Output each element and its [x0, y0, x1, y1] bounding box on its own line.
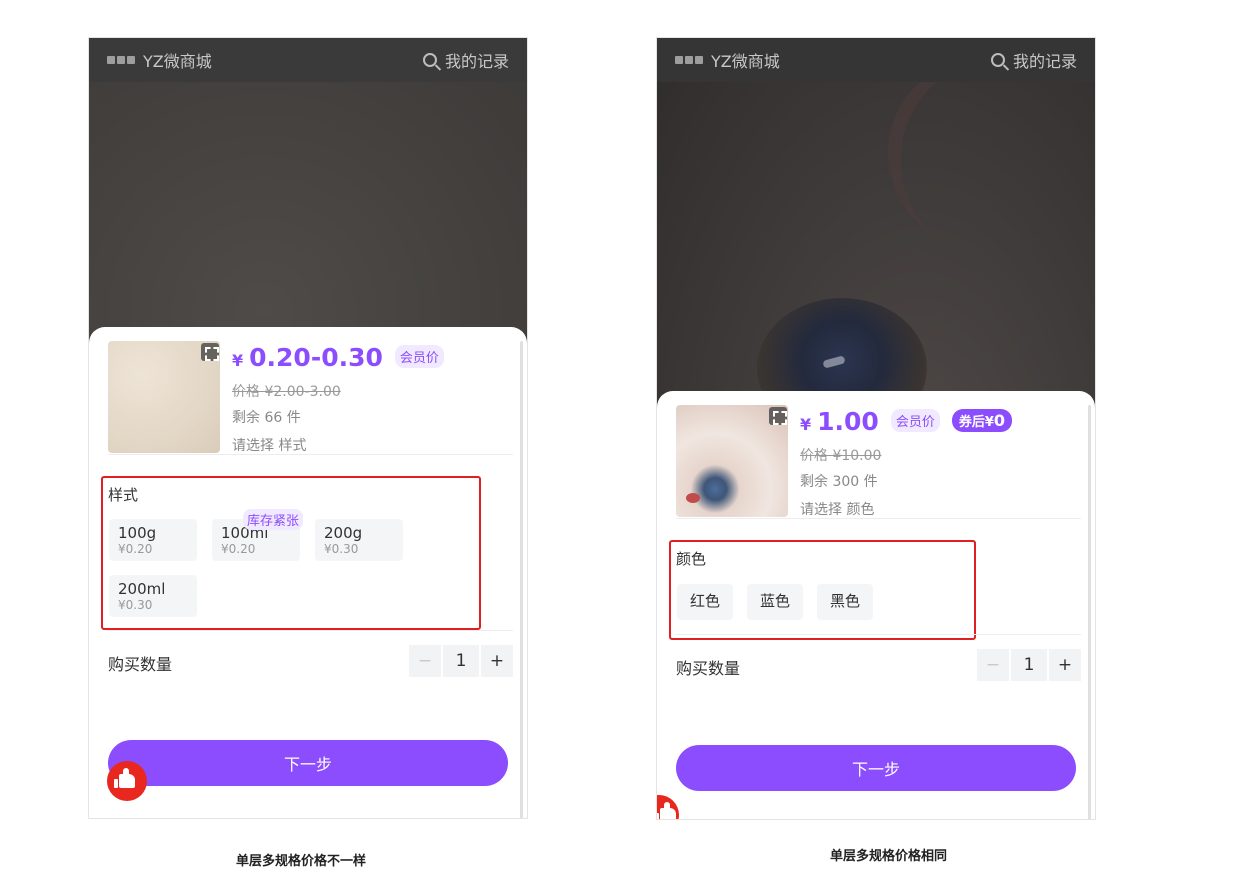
increase-button[interactable]: + [481, 645, 513, 677]
sku-header: ¥ 1.00 会员价 券后¥0 价格 ¥10.00 剩余 300 件 请选择 颜… [676, 405, 1081, 519]
decrease-button[interactable]: − [409, 645, 441, 677]
quantity-row: 购买数量 − 1 + [676, 634, 1081, 681]
scrollbar[interactable] [1088, 405, 1091, 819]
original-price: 价格 ¥10.00 [800, 448, 882, 464]
expand-icon[interactable] [201, 343, 219, 361]
increase-button[interactable]: + [1049, 649, 1081, 681]
my-records-label: 我的记录 [444, 52, 509, 71]
sku-popup: ¥ 0.20-0.30 会员价 价格 ¥2.00-3.00 剩余 66 件 请选… [89, 327, 527, 818]
member-price-tag: 会员价 [890, 409, 940, 432]
shop-logo [107, 56, 135, 64]
original-price: 价格 ¥2.00-3.00 [232, 384, 341, 400]
product-thumbnail[interactable] [676, 405, 788, 517]
shop-name: YZ微商城 [711, 52, 780, 71]
decrease-button[interactable]: − [977, 649, 1009, 681]
quantity-input[interactable]: 1 [1011, 649, 1047, 681]
quantity-input[interactable]: 1 [443, 645, 479, 677]
quantity-row: 购买数量 − 1 + [108, 630, 513, 677]
quantity-stepper: − 1 + [977, 649, 1081, 681]
member-price-tag: 会员价 [394, 345, 444, 368]
quantity-label: 购买数量 [108, 654, 173, 674]
thumbs-up-icon [114, 768, 135, 788]
like-button[interactable] [107, 761, 147, 801]
price-value: 1.00 [817, 407, 879, 436]
quantity-label: 购买数量 [676, 658, 741, 678]
phone-screen-same-price: YZ微商城 我的记录 ¥ 1.00 会员价 券后¥0 价格 ¥10.00 剩余 … [656, 37, 1096, 820]
coupon-prefix: 券后 [958, 415, 985, 430]
shop-header: YZ微商城 我的记录 [89, 38, 527, 82]
search-icon[interactable] [422, 53, 437, 67]
shop-name: YZ微商城 [143, 52, 212, 71]
caption-varied-price: 单层多规格价格不一样 [236, 854, 367, 869]
annotation-highlight-box [669, 540, 976, 640]
currency-symbol: ¥ [232, 351, 244, 370]
sku-popup: ¥ 1.00 会员价 券后¥0 价格 ¥10.00 剩余 300 件 请选择 颜… [657, 391, 1095, 819]
price-line: ¥ 1.00 会员价 券后¥0 [800, 407, 1013, 436]
thumbs-up-icon [657, 802, 676, 819]
next-step-button[interactable]: 下一步 [676, 745, 1076, 791]
currency-symbol: ¥ [800, 415, 812, 434]
select-hint: 请选择 样式 [232, 438, 307, 454]
product-thumbnail[interactable] [108, 341, 220, 453]
my-records-link[interactable]: 我的记录 [990, 48, 1077, 72]
next-step-button[interactable]: 下一步 [108, 740, 508, 786]
shop-header: YZ微商城 我的记录 [657, 38, 1095, 82]
scrollbar[interactable] [520, 341, 523, 818]
coupon-price-tag: 券后¥0 [951, 409, 1013, 432]
coupon-currency: ¥ [984, 415, 994, 430]
shop-logo [675, 56, 703, 64]
caption-same-price: 单层多规格价格相同 [830, 849, 948, 864]
stock-remaining: 剩余 300 件 [800, 474, 878, 490]
price-range: 0.20-0.30 [249, 343, 383, 372]
coupon-value: 0 [993, 411, 1006, 430]
stock-remaining: 剩余 66 件 [232, 410, 301, 426]
cat-nose-shape [686, 493, 700, 503]
quantity-stepper: − 1 + [409, 645, 513, 677]
my-records-label: 我的记录 [1012, 52, 1077, 71]
sku-header: ¥ 0.20-0.30 会员价 价格 ¥2.00-3.00 剩余 66 件 请选… [108, 341, 513, 455]
annotation-highlight-box [101, 476, 481, 630]
select-hint: 请选择 颜色 [800, 502, 875, 518]
expand-icon[interactable] [769, 407, 787, 425]
price-line: ¥ 0.20-0.30 会员价 [232, 343, 444, 372]
my-records-link[interactable]: 我的记录 [422, 48, 509, 72]
phone-screen-varied-price: YZ微商城 我的记录 ¥ 0.20-0.30 会员价 价格 ¥2.00-3.00… [88, 37, 528, 819]
search-icon[interactable] [990, 53, 1005, 67]
